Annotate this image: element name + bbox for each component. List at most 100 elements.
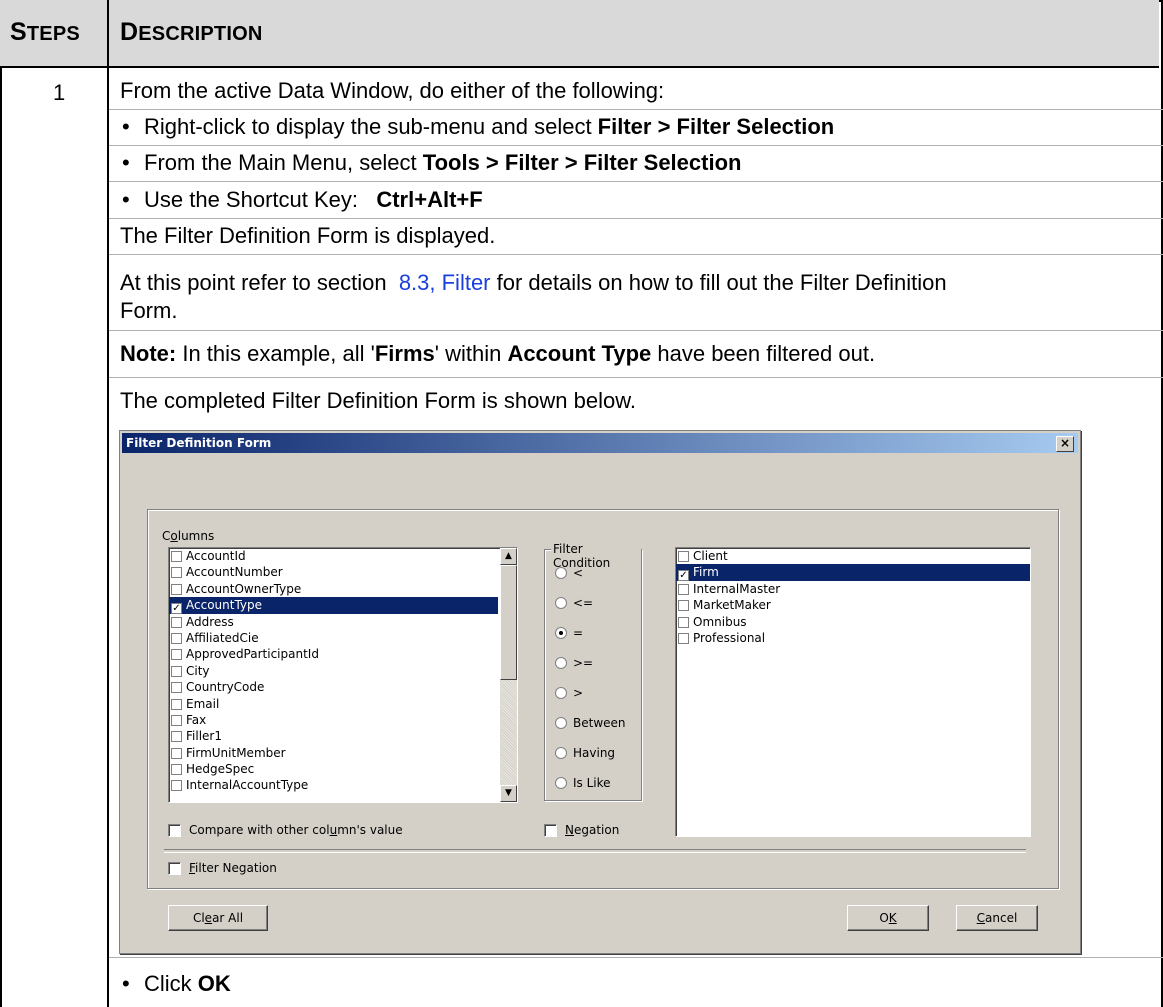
checkbox-icon[interactable] (171, 665, 182, 677)
radio-icon[interactable] (555, 687, 567, 699)
step-number: 1 (53, 80, 66, 105)
list-item-label: Firm (693, 565, 719, 580)
condition-radio[interactable]: = (555, 626, 583, 640)
condition-radio[interactable]: Having (555, 746, 615, 760)
filter-negation-checkbox[interactable]: Filter Negation (168, 861, 277, 875)
list-item[interactable]: HedgeSpec (169, 761, 498, 777)
checkbox-icon[interactable] (171, 714, 182, 726)
list-item[interactable]: FirmUnitMember (169, 745, 498, 761)
note-text: Note: In this example, all 'Firms' withi… (120, 341, 876, 366)
list-item-label: CountryCode (186, 680, 265, 695)
checkbox-box[interactable] (168, 824, 181, 837)
checkbox-icon[interactable] (678, 551, 689, 562)
checkbox-icon[interactable] (171, 682, 182, 694)
negation-checkbox[interactable]: Negation (544, 823, 619, 837)
row-separator (109, 109, 1163, 110)
list-item[interactable]: Filler1 (169, 728, 498, 744)
radio-icon[interactable] (555, 717, 567, 729)
list-item-label: AffiliatedCie (186, 630, 259, 645)
checkbox-icon[interactable] (171, 649, 182, 661)
condition-radio[interactable]: Between (555, 716, 626, 730)
column-divider (107, 0, 109, 1007)
checkbox-checked-icon[interactable]: ✓ (171, 603, 182, 615)
list-item[interactable]: ApprovedParticipantId (169, 646, 498, 662)
row-separator (109, 377, 1163, 378)
list-item-label: Fax (186, 712, 207, 727)
row-separator (109, 218, 1163, 219)
checkbox-box[interactable] (544, 824, 557, 837)
list-item[interactable]: Address (169, 614, 498, 630)
compare-checkbox[interactable]: Compare with other column's value (168, 823, 403, 837)
list-item-label: FirmUnitMember (186, 745, 286, 760)
checkbox-icon[interactable] (171, 583, 182, 595)
checkbox-icon[interactable] (171, 632, 182, 644)
condition-label: Is Like (573, 776, 611, 790)
close-icon: × (1059, 436, 1071, 450)
condition-radio[interactable]: >= (555, 656, 593, 670)
list-item[interactable]: ✓ AccountType (169, 597, 498, 615)
list-item-label: InternalMaster (693, 581, 781, 596)
checkbox-icon[interactable] (171, 698, 182, 710)
list-item[interactable]: ✓ Firm (676, 564, 1030, 582)
list-item-label: InternalAccountType (186, 778, 309, 793)
list-item[interactable]: InternalAccountType (169, 777, 498, 793)
close-button[interactable]: × (1056, 436, 1074, 452)
list-item[interactable]: Fax (169, 712, 498, 728)
checkbox-box[interactable] (168, 862, 181, 875)
refer-text: At this point refer to section 8.3, Filt… (120, 270, 947, 295)
columns-listbox[interactable]: AccountId AccountNumber AccountOwnerType ✓ A… (168, 547, 518, 803)
list-item[interactable]: AccountNumber (169, 564, 498, 580)
checkbox-icon[interactable] (678, 583, 689, 595)
checkbox-icon[interactable] (171, 747, 182, 759)
list-item[interactable]: Professional (676, 630, 1030, 646)
section-link[interactable]: 8.3, Filter (399, 270, 491, 295)
checkbox-icon[interactable] (171, 764, 182, 776)
radio-selected-icon[interactable] (555, 627, 567, 639)
columns-scrollbar[interactable]: ▲ ▼ (500, 548, 517, 802)
condition-radio[interactable]: > (555, 686, 583, 700)
condition-label: <= (573, 596, 594, 610)
checkbox-icon[interactable] (171, 731, 182, 743)
bullet-shortcut: • Use the Shortcut Key: Ctrl+Alt+F (122, 187, 483, 212)
radio-icon[interactable] (555, 777, 567, 789)
row-separator (109, 254, 1163, 255)
checkbox-checked-icon[interactable]: ✓ (678, 570, 689, 582)
list-item[interactable]: AccountOwnerType (169, 581, 498, 597)
columns-label: Columns (162, 529, 215, 543)
list-item[interactable]: CountryCode (169, 679, 498, 695)
list-item[interactable]: City (169, 663, 498, 679)
list-item[interactable]: AccountId (169, 548, 498, 564)
condition-radio[interactable]: <= (555, 596, 593, 610)
condition-radio[interactable]: Is Like (555, 776, 611, 790)
list-item[interactable]: InternalMaster (676, 581, 1030, 597)
values-listbox[interactable]: Client ✓ Firm InternalMaster MarketMaker Omni… (675, 547, 1031, 837)
radio-icon[interactable] (555, 657, 567, 669)
row-separator (109, 957, 1163, 958)
checkbox-icon[interactable] (678, 616, 689, 628)
clear-all-button[interactable]: Clear All (168, 905, 268, 931)
condition-label: Having (573, 746, 616, 760)
checkbox-icon[interactable] (171, 780, 182, 792)
scroll-down-button[interactable]: ▼ (500, 785, 517, 802)
header-description: DESCRIPTION (120, 18, 263, 46)
list-item[interactable]: AffiliatedCie (169, 630, 498, 646)
ok-button[interactable]: OK (847, 905, 929, 931)
radio-icon[interactable] (555, 567, 567, 579)
checkbox-icon[interactable] (171, 551, 182, 562)
radio-icon[interactable] (555, 747, 567, 759)
list-item[interactable]: Omnibus (676, 614, 1030, 630)
condition-radio[interactable]: < (555, 566, 583, 580)
checkbox-icon[interactable] (678, 600, 689, 612)
cancel-button[interactable]: Cancel (956, 905, 1038, 931)
list-item[interactable]: Email (169, 696, 498, 712)
list-item[interactable]: Client (676, 548, 1030, 564)
checkbox-icon[interactable] (171, 616, 182, 628)
completed-text: The completed Filter Definition Form is … (120, 388, 636, 413)
list-item[interactable]: MarketMaker (676, 597, 1030, 613)
scroll-up-button[interactable]: ▲ (500, 548, 517, 565)
scroll-thumb[interactable] (500, 565, 517, 680)
checkbox-icon[interactable] (678, 632, 689, 644)
condition-label: Between (573, 716, 626, 730)
checkbox-icon[interactable] (171, 567, 182, 579)
radio-icon[interactable] (555, 597, 567, 609)
